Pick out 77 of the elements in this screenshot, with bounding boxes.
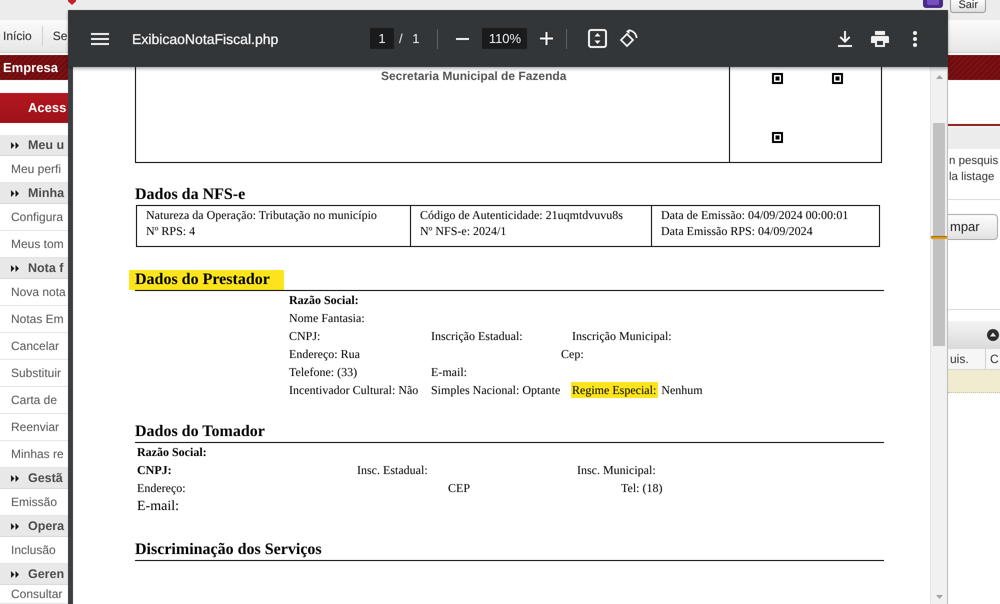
zoom-field[interactable]: 110% xyxy=(482,28,528,49)
field-text: Tel: (18) xyxy=(621,480,662,497)
rotate-icon[interactable] xyxy=(619,29,638,48)
field-text: Telefone: (33) xyxy=(289,364,358,381)
field-label: Nome Fantasia: xyxy=(289,310,365,327)
marker-icon xyxy=(931,236,947,239)
sidebar-header[interactable]: Meu u xyxy=(0,135,68,156)
field-text: Nº RPS: 4 xyxy=(146,223,196,239)
column-header[interactable]: C xyxy=(986,349,999,369)
section-title: Dados da NFS-e xyxy=(135,185,246,205)
field-text: Incentivador Cultural: Não xyxy=(289,382,418,399)
access-banner: Acess xyxy=(0,93,68,123)
field-label: CNPJ: xyxy=(137,462,172,479)
help-text: n pesquis xyxy=(948,154,998,169)
field-text: Data de Emissão: 04/09/2024 00:00:01 xyxy=(661,207,848,223)
field-label: Razão Social: xyxy=(289,292,359,309)
section-title: Dados do Tomador xyxy=(135,422,265,442)
double-arrow-icon xyxy=(11,522,19,530)
fit-page-icon[interactable] xyxy=(588,29,608,48)
section-title: Discriminação dos Serviços xyxy=(135,540,322,560)
field-label: E-mail: xyxy=(431,364,467,381)
table-row xyxy=(948,370,1000,393)
minus-icon[interactable] xyxy=(456,38,470,40)
logout-button[interactable]: Sair xyxy=(950,0,986,13)
field-label: Inscrição Municipal: xyxy=(572,328,672,345)
double-arrow-icon xyxy=(11,570,19,578)
nav-link[interactable]: Se xyxy=(52,29,68,43)
sidebar-item[interactable]: Configura xyxy=(0,204,68,231)
download-icon[interactable] xyxy=(838,30,852,46)
double-arrow-icon xyxy=(11,264,19,272)
field-label: Insc. Municipal: xyxy=(577,462,656,479)
more-icon[interactable] xyxy=(913,30,917,46)
qr-code-drawing xyxy=(772,73,843,143)
double-arrow-icon xyxy=(11,474,19,482)
field-text: Código de Autenticidade: 21uqmtdvuvu8s xyxy=(420,207,623,223)
sidebar-item[interactable]: Carta de xyxy=(0,387,68,414)
sidebar-header[interactable]: Minha xyxy=(0,183,68,204)
sidebar-item[interactable]: Reenviar xyxy=(0,414,68,441)
double-arrow-icon xyxy=(11,190,19,196)
clear-button[interactable]: mpar xyxy=(948,214,998,240)
sidebar-item[interactable]: Consultar xyxy=(0,585,68,604)
field-text: Simples Nacional: Optante xyxy=(431,382,560,399)
field-text: Data Emissão RPS: 04/09/2024 xyxy=(661,223,813,239)
field-label: CNPJ: xyxy=(289,328,320,345)
field-label: Cep: xyxy=(561,346,584,363)
field-label: Inscrição Estadual: xyxy=(431,328,523,345)
sidebar-item[interactable]: Nova nota xyxy=(0,279,68,306)
field-label: E-mail: xyxy=(137,498,179,516)
double-arrow-icon xyxy=(11,142,19,148)
sidebar-item[interactable]: Notas Em xyxy=(0,306,68,333)
field-text: Nº NFS-e: 2024/1 xyxy=(420,223,506,239)
sidebar-header[interactable]: Opera xyxy=(0,516,68,537)
field-label: Razão Social: xyxy=(137,444,207,461)
field-label: Endereço: xyxy=(137,480,186,497)
help-text: la listage xyxy=(948,170,994,185)
field-label: CEP xyxy=(448,480,470,497)
sidebar-item[interactable]: Substituir xyxy=(0,360,68,387)
plus-icon[interactable] xyxy=(540,32,554,45)
nav-link[interactable]: Início xyxy=(3,29,32,43)
menu-icon[interactable] xyxy=(91,32,109,44)
app-icon[interactable] xyxy=(923,0,944,8)
sidebar-header[interactable]: Nota f xyxy=(0,258,68,279)
field-text: Natureza da Operação: Tributação no município xyxy=(146,207,377,223)
sidebar-header[interactable]: Gestã xyxy=(0,468,68,489)
page-number-field[interactable]: 1 xyxy=(370,28,394,49)
logo-icon[interactable] xyxy=(68,0,76,5)
field-text: Regime Especial: Nenhum xyxy=(571,381,703,399)
document-title: ExibicaoNotaFiscal.php xyxy=(132,30,278,46)
sidebar-header[interactable]: Geren xyxy=(0,564,68,585)
sidebar-item[interactable]: Cancelar xyxy=(0,333,68,360)
print-icon[interactable] xyxy=(871,30,889,46)
section-title: Dados do Prestador xyxy=(129,270,284,290)
agency-name: Secretaria Municipal de Fazenda xyxy=(381,69,566,83)
field-label: Insc. Estadual: xyxy=(357,462,428,479)
page-count: / 1 xyxy=(399,31,420,46)
scrollbar-thumb[interactable] xyxy=(933,123,945,346)
field-text: Endereço: Rua xyxy=(289,346,360,363)
